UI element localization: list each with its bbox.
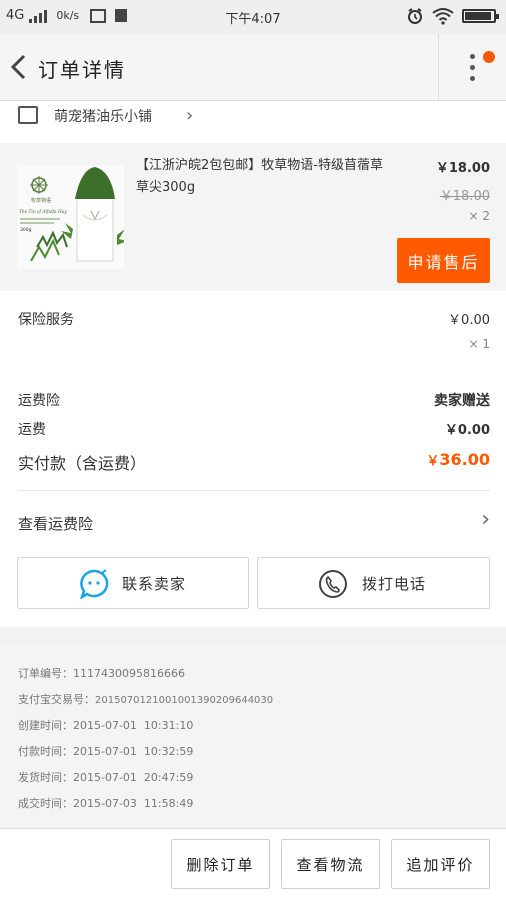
order-summary: 保险服务 ￥0.00 × 1 运费险 卖家赠送 运费 ￥0.00 实付款（含运费… <box>0 291 506 627</box>
order-number-line: 订单编号：1117430095816666 <box>18 665 185 681</box>
call-phone-button[interactable]: 拨打电话 <box>257 557 490 609</box>
product-original-price: ￥18.00 <box>439 189 490 204</box>
shipped-time-value: 2015-07-01 20:47:59 <box>73 771 194 784</box>
paid-time-line: 付款时间：2015-07-01 10:32:59 <box>18 743 193 759</box>
chat-bubble-icon <box>80 569 109 599</box>
created-time-line: 创建时间：2015-07-01 10:31:10 <box>18 717 193 733</box>
insurance-value: ￥0.00 <box>448 313 490 328</box>
view-freight-insurance-row[interactable]: 查看运费险 › <box>18 507 490 537</box>
chevron-right-icon: › <box>481 507 490 532</box>
alarm-icon <box>408 8 422 24</box>
shipped-time-line: 发货时间：2015-07-01 20:47:59 <box>18 769 193 785</box>
call-phone-label: 拨打电话 <box>362 575 427 593</box>
summary-divider <box>18 490 490 491</box>
shipped-time-label: 发货时间： <box>18 771 73 784</box>
order-number-label: 订单编号： <box>18 667 73 680</box>
delete-order-button[interactable]: 删除订单 <box>171 839 270 889</box>
add-review-button[interactable]: 追加评价 <box>391 839 490 889</box>
shop-icon <box>18 106 38 124</box>
freight-insurance-value: 卖家赠送 <box>434 393 490 409</box>
footer-action-bar: 删除订单 查看物流 追加评价 <box>0 828 506 900</box>
insurance-label: 保险服务 <box>18 312 74 328</box>
more-menu-button[interactable] <box>438 34 506 101</box>
product-price: ￥18.00 <box>435 161 490 176</box>
alipay-trade-value: 2015070121001001390209644030 <box>95 695 274 706</box>
shop-name: 萌宠猪油乐小铺 <box>54 109 152 125</box>
battery-icon <box>462 9 499 23</box>
paid-value: 36.00 <box>439 450 490 469</box>
svg-text:300g: 300g <box>20 227 32 233</box>
product-thumbnail[interactable]: 牧草物语 The Tip of Alfalfa Hay 300g <box>17 165 124 269</box>
svg-text:The Tip of Alfalfa Hay: The Tip of Alfalfa Hay <box>19 210 67 215</box>
product-item[interactable]: 牧草物语 The Tip of Alfalfa Hay 300g 【江浙沪皖2包… <box>0 143 506 291</box>
shipping-label: 运费 <box>18 422 46 438</box>
paid-amount: ￥36.00 <box>426 450 490 469</box>
order-info-section: 订单编号：1117430095816666 支付宝交易号：20150701210… <box>0 643 506 827</box>
status-bar: 4G 0k/s 下午4:07 <box>0 0 506 34</box>
freight-insurance-label: 运费险 <box>18 393 60 409</box>
chevron-right-icon: › <box>186 105 194 126</box>
paid-time-value: 2015-07-01 10:32:59 <box>73 745 194 758</box>
alipay-trade-line: 支付宝交易号：2015070121001001390209644030 <box>18 691 273 707</box>
svg-text:牧草物语: 牧草物语 <box>31 197 51 204</box>
shop-row[interactable]: 萌宠猪油乐小铺 › <box>0 101 506 143</box>
status-right <box>406 7 499 25</box>
freight-insurance-row: 运费险 卖家赠送 <box>18 390 490 410</box>
created-time-value: 2015-07-01 10:31:10 <box>73 719 194 732</box>
alipay-trade-label: 支付宝交易号： <box>18 693 95 706</box>
insurance-quantity: × 1 <box>468 337 490 351</box>
wifi-icon <box>432 8 454 25</box>
apply-after-sale-button[interactable]: 申请售后 <box>397 238 490 283</box>
phone-icon <box>319 570 347 598</box>
contact-seller-button[interactable]: 联系卖家 <box>17 557 249 609</box>
contact-seller-label: 联系卖家 <box>122 575 187 593</box>
paid-row: 实付款（含运费） ￥36.00 <box>18 450 490 474</box>
product-quantity: × 2 <box>468 209 490 223</box>
order-number-value: 1117430095816666 <box>73 667 185 680</box>
product-title[interactable]: 【江浙沪皖2包包邮】牧草物语-特级苜蓿草草尖300g <box>136 155 391 199</box>
paid-label: 实付款（含运费） <box>18 454 147 473</box>
back-arrow-icon[interactable] <box>8 54 30 80</box>
page-title: 订单详情 <box>38 58 126 82</box>
notification-badge <box>483 51 495 63</box>
shipping-row: 运费 ￥0.00 <box>18 419 490 439</box>
created-time-label: 创建时间： <box>18 719 73 732</box>
top-bar: 订单详情 <box>0 34 506 101</box>
more-vertical-icon <box>470 54 475 87</box>
paid-currency: ￥ <box>426 454 440 469</box>
view-freight-insurance-label: 查看运费险 <box>18 515 94 533</box>
view-logistics-button[interactable]: 查看物流 <box>281 839 380 889</box>
product-package-image: 牧草物语 The Tip of Alfalfa Hay 300g <box>17 165 124 269</box>
shipping-value: ￥0.00 <box>444 423 490 438</box>
completed-time-line: 成交时间：2015-07-03 11:58:49 <box>18 795 193 811</box>
insurance-row: 保险服务 ￥0.00 <box>18 309 490 329</box>
completed-time-value: 2015-07-03 11:58:49 <box>73 797 194 810</box>
paid-time-label: 付款时间： <box>18 745 73 758</box>
completed-time-label: 成交时间： <box>18 797 73 810</box>
